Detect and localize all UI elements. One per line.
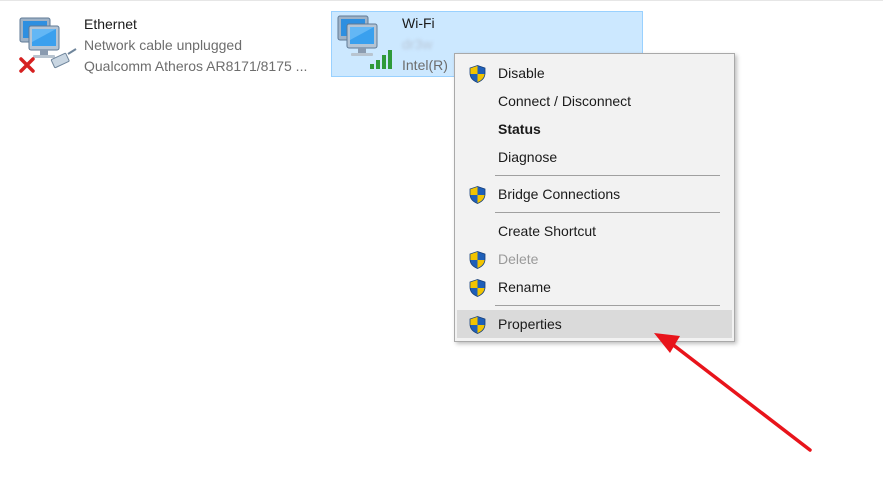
adapter-device: Intel(R) — [402, 57, 448, 73]
menu-item-label: Delete — [498, 251, 539, 267]
adapter-network: dr3w — [402, 36, 433, 52]
uac-shield-icon — [469, 65, 486, 83]
menu-item-label: Properties — [498, 316, 562, 332]
uac-shield-icon — [469, 316, 486, 334]
menu-item-label: Rename — [498, 279, 551, 295]
menu-item-label: Diagnose — [498, 149, 558, 165]
menu-separator — [495, 305, 720, 306]
context-menu: Disable Connect / Disconnect Status Diag… — [454, 53, 735, 342]
uac-shield-icon — [469, 251, 486, 269]
wifi-adapter-icon — [337, 15, 392, 69]
adapter-status: Network cable unplugged — [84, 37, 242, 53]
adapter-name: Wi-Fi — [402, 15, 435, 31]
menu-item-disable[interactable]: Disable — [457, 59, 732, 87]
menu-item-diagnose[interactable]: Diagnose — [457, 143, 732, 171]
menu-item-delete: Delete — [457, 245, 732, 273]
menu-item-label: Connect / Disconnect — [498, 93, 632, 109]
menu-item-label: Disable — [498, 65, 545, 81]
menu-item-label: Bridge Connections — [498, 186, 621, 202]
window-top-border — [0, 0, 883, 1]
adapter-name: Ethernet — [84, 16, 137, 32]
menu-separator — [495, 212, 720, 213]
uac-shield-icon — [469, 279, 486, 297]
menu-item-create-shortcut[interactable]: Create Shortcut — [457, 217, 732, 245]
ethernet-adapter-icon — [19, 17, 77, 73]
menu-item-connect-disconnect[interactable]: Connect / Disconnect — [457, 87, 732, 115]
adapter-device: Qualcomm Atheros AR8171/8175 ... — [84, 58, 308, 74]
menu-item-properties[interactable]: Properties — [457, 310, 732, 338]
menu-item-bridge-connections[interactable]: Bridge Connections — [457, 180, 732, 208]
uac-shield-icon — [469, 186, 486, 204]
menu-item-status[interactable]: Status — [457, 115, 732, 143]
menu-item-label: Status — [498, 121, 541, 137]
menu-item-rename[interactable]: Rename — [457, 273, 732, 301]
menu-item-label: Create Shortcut — [498, 223, 597, 239]
menu-separator — [495, 175, 720, 176]
adapter-ethernet[interactable]: Ethernet Network cable unplugged Qualcom… — [12, 12, 322, 80]
